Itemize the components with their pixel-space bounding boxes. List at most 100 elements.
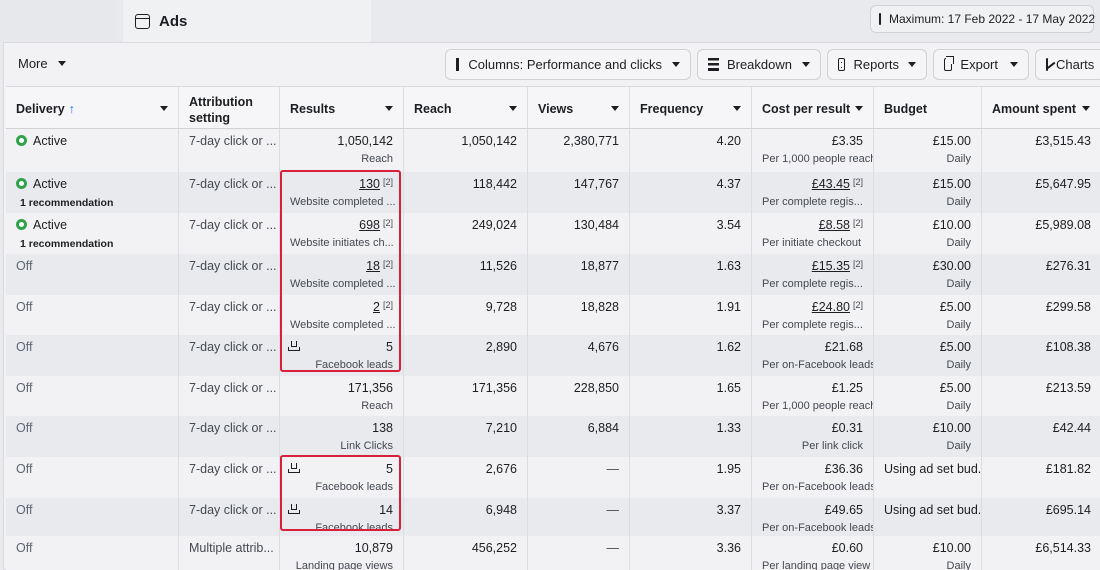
- column-header-amount-spent[interactable]: Amount spent: [982, 86, 1100, 129]
- column-header-delivery[interactable]: Delivery ↑: [6, 86, 179, 129]
- column-header-frequency[interactable]: Frequency: [630, 86, 752, 129]
- cost-per-result-value[interactable]: £15.35: [812, 259, 850, 273]
- column-header-attribution[interactable]: Attribution setting: [179, 86, 280, 129]
- views-cell: —: [528, 498, 630, 536]
- column-header-results[interactable]: Results: [280, 86, 404, 129]
- delivery-cell[interactable]: Active 1 recommendation: [6, 213, 179, 254]
- cost-per-result-value[interactable]: £24.80: [812, 300, 850, 314]
- breakdown-button[interactable]: Breakdown: [697, 49, 821, 80]
- attribution-value: 7-day click or ...: [189, 259, 277, 273]
- download-leads-icon[interactable]: [288, 341, 300, 351]
- results-type: Reach: [361, 153, 393, 165]
- column-header-cost-per-result[interactable]: Cost per result: [752, 86, 874, 129]
- results-value[interactable]: 698: [359, 218, 380, 232]
- table-row[interactable]: Off 7-day click or ... 18 [2] Website comp…: [6, 254, 1100, 295]
- chevron-down-icon[interactable]: [160, 106, 168, 111]
- delivery-cell[interactable]: Off: [6, 335, 179, 376]
- delivery-cell[interactable]: Off: [6, 457, 179, 498]
- charts-icon: [1046, 58, 1048, 71]
- tab-previous[interactable]: [0, 0, 116, 42]
- delivery-cell[interactable]: Active 1 recommendation: [6, 172, 179, 213]
- results-cell: 14 Facebook leads: [280, 498, 404, 536]
- download-leads-icon[interactable]: [288, 463, 300, 473]
- column-header-reach[interactable]: Reach: [404, 86, 528, 129]
- column-header-label: Delivery: [16, 102, 65, 116]
- columns-button[interactable]: Columns: Performance and clicks: [445, 49, 691, 80]
- views-value: 6,884: [587, 421, 619, 435]
- cost-per-result-type: Per initiate checkout: [762, 237, 862, 249]
- delivery-cell[interactable]: Off: [6, 254, 179, 295]
- amount-spent-cell: £42.44: [982, 416, 1100, 457]
- frequency-cell: 1.91: [630, 295, 752, 335]
- chevron-down-icon[interactable]: [611, 106, 619, 111]
- cost-per-result-value[interactable]: £8.58: [819, 218, 850, 232]
- chevron-down-icon[interactable]: [1082, 106, 1090, 111]
- budget-cell: £5.00 Daily: [874, 295, 982, 335]
- cost-per-result-value[interactable]: £43.45: [812, 177, 850, 191]
- chevron-down-icon[interactable]: [733, 106, 741, 111]
- delivery-cell[interactable]: Off: [6, 416, 179, 457]
- amount-spent-value: £695.14: [1045, 503, 1091, 517]
- reach-value: 9,728: [485, 300, 517, 314]
- table-row[interactable]: Off 7-day click or ... 138 Link Clicks 7,…: [6, 416, 1100, 457]
- results-type: Landing page views: [295, 560, 393, 570]
- budget-period: Daily: [946, 319, 971, 331]
- recommendation-link[interactable]: 1 recommendation: [20, 197, 168, 209]
- results-value[interactable]: 18: [366, 259, 380, 273]
- reports-button[interactable]: Reports: [827, 49, 927, 80]
- delivery-cell[interactable]: Off: [6, 498, 179, 536]
- results-value[interactable]: 2: [373, 300, 380, 314]
- table-row[interactable]: Off 7-day click or ... 5 Facebook leads 2…: [6, 335, 1100, 376]
- more-button[interactable]: More: [18, 56, 66, 71]
- budget-value: £10.00: [932, 541, 971, 555]
- frequency-value: 4.20: [716, 134, 741, 148]
- column-header-views[interactable]: Views: [528, 86, 630, 129]
- results-type: Facebook leads: [315, 522, 393, 534]
- delivery-cell[interactable]: Off: [6, 536, 179, 570]
- views-cell: 130,484: [528, 213, 630, 254]
- tab-ads-label: Ads: [159, 12, 188, 30]
- amount-spent-value: £5,647.95: [1035, 177, 1091, 191]
- delivery-cell[interactable]: Off: [6, 295, 179, 335]
- results-cell: 18 [2] Website completed ...: [280, 254, 404, 295]
- chevron-down-icon[interactable]: [855, 106, 863, 111]
- views-cell: 228,850: [528, 376, 630, 416]
- reach-cell: 118,442: [404, 172, 528, 213]
- amount-spent-value: £181.82: [1045, 462, 1091, 476]
- cost-per-result-value: £3.35: [831, 134, 863, 148]
- chevron-down-icon[interactable]: [385, 106, 393, 111]
- budget-cell: Using ad set bud...: [874, 457, 982, 498]
- table-row[interactable]: Off 7-day click or ... 171,356 Reach 171,…: [6, 376, 1100, 416]
- table-row[interactable]: Off 7-day click or ... 2 [2] Website compl…: [6, 295, 1100, 335]
- results-value: 1,050,142: [337, 134, 393, 148]
- views-cell: —: [528, 457, 630, 498]
- reports-icon: [838, 58, 846, 71]
- table-row[interactable]: Off 7-day click or ... 5 Facebook leads 2…: [6, 457, 1100, 498]
- date-range-picker[interactable]: Maximum: 17 Feb 2022 - 17 May 2022: [870, 5, 1095, 33]
- views-cell: 147,767: [528, 172, 630, 213]
- table-row[interactable]: Off Multiple attrib... 10,879 Landing pag…: [6, 536, 1100, 570]
- table-row[interactable]: Active 1 recommendation 7-day click or .…: [6, 213, 1100, 254]
- delivery-cell[interactable]: Off: [6, 376, 179, 416]
- column-header-budget[interactable]: Budget: [874, 86, 982, 129]
- sort-ascending-icon[interactable]: ↑: [69, 102, 75, 116]
- delivery-cell[interactable]: Active: [6, 129, 179, 172]
- charts-button[interactable]: Charts: [1035, 49, 1100, 80]
- ads-window-icon: [135, 13, 150, 29]
- table-row[interactable]: Active 1 recommendation 7-day click or .…: [6, 172, 1100, 213]
- export-button[interactable]: Export: [933, 49, 1029, 80]
- frequency-value: 1.33: [716, 421, 741, 435]
- chevron-down-icon[interactable]: [509, 106, 517, 111]
- status-active-icon: [16, 178, 27, 189]
- tab-ads[interactable]: Ads: [123, 0, 371, 42]
- views-value: 2,380,771: [563, 134, 619, 148]
- results-value[interactable]: 130: [359, 177, 380, 191]
- download-leads-icon[interactable]: [288, 504, 300, 514]
- table-row[interactable]: Off 7-day click or ... 14 Facebook leads …: [6, 498, 1100, 536]
- table-row[interactable]: Active 7-day click or ... 1,050,142 Reac…: [6, 129, 1100, 172]
- views-value: 130,484: [573, 218, 619, 232]
- recommendation-link[interactable]: 1 recommendation: [20, 238, 168, 250]
- delivery-status: Off: [16, 300, 33, 314]
- reach-value: 2,890: [485, 340, 517, 354]
- frequency-cell: 1.63: [630, 254, 752, 295]
